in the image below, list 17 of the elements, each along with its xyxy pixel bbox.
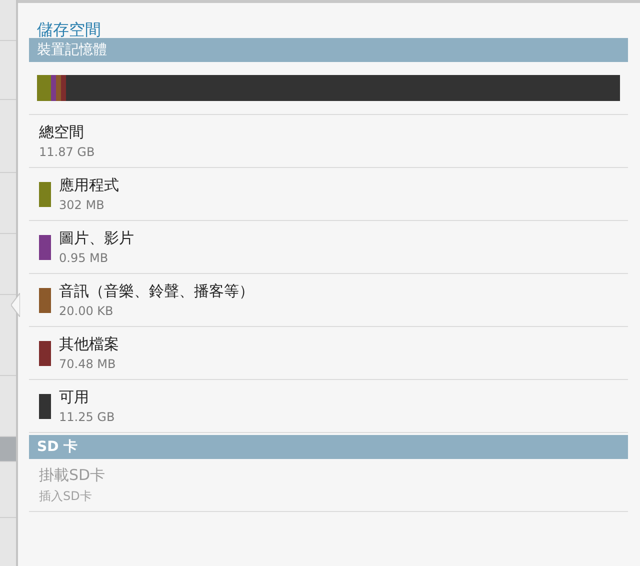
item-value: 0.95 MB — [59, 251, 110, 265]
item-label: 可用 — [59, 388, 90, 407]
item-value: 20.00 KB — [59, 304, 114, 318]
section-header: 裝置記憶體 — [29, 38, 628, 62]
item-label: 總空間 — [39, 123, 85, 142]
item-label: 掛載SD卡 — [39, 466, 106, 484]
item-label: 其他檔案 — [59, 335, 119, 354]
item-label: 音訊（音樂、鈴聲、播客等） — [59, 282, 254, 301]
item-value: 11.87 GB — [39, 145, 95, 159]
item-label: 圖片、影片 — [59, 229, 134, 248]
item-label: 應用程式 — [59, 176, 119, 195]
item-value: 302 MB — [59, 198, 106, 212]
section-header: SD 卡 — [29, 435, 628, 459]
item-value: 11.25 GB — [59, 410, 115, 424]
item-value: 插入SD卡 — [39, 488, 93, 504]
page-title: 儲存空間 — [36, 19, 102, 38]
item-value: 70.48 MB — [59, 357, 117, 371]
